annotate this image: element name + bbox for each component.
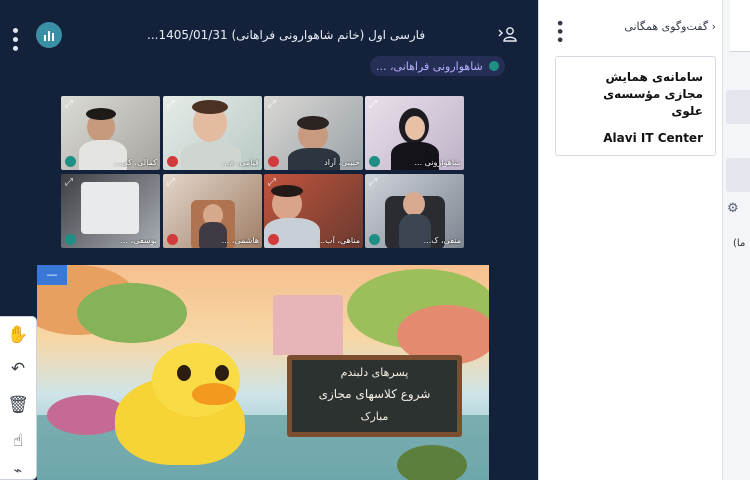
- video-grid: ⤢ شاهوارونی ... ⤢ حبیبی، آراد ⤢ قیامی، م…: [61, 96, 465, 248]
- participant-name: کمالی، کی...: [113, 158, 157, 167]
- side-panel-item[interactable]: [726, 90, 750, 124]
- mic-off-icon: [167, 234, 178, 245]
- participant-name: یوسفی، ...: [120, 236, 157, 245]
- slide-tree: [77, 283, 187, 343]
- chat-title: گفت‌وگوی همگانی: [624, 20, 709, 33]
- mic-on-icon: [65, 234, 76, 245]
- expand-icon[interactable]: ⤢: [369, 177, 377, 188]
- trash-icon[interactable]: 🗑: [6, 393, 30, 417]
- chat-header[interactable]: ‹ گفت‌وگوی همگانی: [556, 20, 716, 36]
- presenter-name: شاهوارونی فراهانی، ...: [376, 59, 483, 73]
- chevron-left-icon: ‹: [708, 20, 716, 33]
- participants-toggle[interactable]: [498, 26, 518, 46]
- video-tile[interactable]: ⤢ قیامی، م...: [163, 96, 262, 170]
- panel-divider: [538, 0, 539, 480]
- participant-name: شاهوارونی ...: [414, 158, 461, 167]
- mic-off-icon: [268, 156, 279, 167]
- board-line-1: پسرهای دلبندم: [340, 366, 409, 379]
- participant-face: [405, 116, 425, 140]
- slide-minimize-button[interactable]: —: [37, 265, 67, 285]
- side-panel-text: (ما: [733, 238, 746, 249]
- card-subtitle: Alavi IT Center: [603, 131, 703, 145]
- video-tile[interactable]: ⤢ شاهوارونی ...: [365, 96, 464, 170]
- video-tile[interactable]: ⤢ مناهی، آب...: [264, 174, 363, 248]
- video-tile[interactable]: ⤢ هاشمی، ...: [163, 174, 262, 248]
- expand-icon[interactable]: ⤢: [268, 177, 276, 188]
- video-tile[interactable]: ⤢ منفی، ک...: [365, 174, 464, 248]
- session-title: فارسی اول (خانم شاهوارونی فراهانی) 1405/…: [147, 28, 426, 42]
- mic-on-icon: [369, 156, 380, 167]
- expand-icon[interactable]: ⤢: [369, 99, 377, 110]
- presenter-status-icon: [488, 61, 499, 71]
- gear-icon[interactable]: ⚙: [727, 201, 739, 216]
- slide-bush: [397, 445, 467, 480]
- board-line-2: شروع کلاسهای مجازی: [318, 387, 431, 401]
- pointer-icon[interactable]: ☝: [6, 429, 30, 453]
- participant-body: [81, 182, 139, 234]
- hand-icon[interactable]: ✋: [6, 323, 30, 347]
- user-icon: [498, 27, 517, 42]
- expand-icon[interactable]: ⤢: [167, 99, 175, 110]
- board-line-3: مبارک: [360, 410, 389, 423]
- participant-name: قیامی، م...: [221, 158, 259, 167]
- participant-hair: [297, 116, 329, 130]
- slide-castle: [273, 295, 343, 355]
- expand-icon[interactable]: ⤢: [167, 177, 175, 188]
- participant-name: حبیبی، آراد: [324, 158, 360, 167]
- mic-off-icon: [268, 234, 279, 245]
- mic-on-icon: [65, 156, 76, 167]
- annotation-toolbar: ✋ ↶ 🗑 ☝ ⌁: [0, 316, 37, 480]
- card-title: سامانه‌ی همایش مجازی مؤسسه‌ی علوی: [603, 70, 703, 118]
- mic-off-icon: [167, 156, 178, 167]
- side-panel-header: [730, 0, 750, 52]
- expand-icon[interactable]: ⤢: [65, 177, 73, 188]
- participant-hair: [86, 108, 116, 120]
- participant-name: منفی، ک...: [423, 236, 461, 245]
- chalkboard: پسرهای دلبندم شروع کلاسهای مجازی مبارک: [287, 355, 462, 437]
- slide-duck-head: [152, 343, 240, 417]
- video-tile[interactable]: ⤢ یوسفی، ...: [61, 174, 160, 248]
- undo-icon[interactable]: ↶: [6, 357, 30, 381]
- expand-icon[interactable]: ⤢: [268, 99, 276, 110]
- participant-name: هاشمی، ...: [221, 236, 259, 245]
- expand-icon[interactable]: ⤢: [65, 99, 73, 110]
- duck-eye: [177, 365, 191, 381]
- video-tile[interactable]: ⤢ کمالی، کی...: [61, 96, 160, 170]
- chart-icon[interactable]: ⌁: [6, 459, 30, 480]
- stats-button[interactable]: [36, 22, 62, 48]
- conference-stage: ••• فارسی اول (خانم شاهوارونی فراهانی) 1…: [0, 0, 538, 480]
- duck-eye: [215, 365, 229, 381]
- more-menu-icon[interactable]: •••: [6, 26, 22, 53]
- side-panel-item[interactable]: [726, 158, 750, 192]
- presentation-slide: پسرهای دلبندم شروع کلاسهای مجازی مبارک —: [37, 265, 489, 480]
- video-tile[interactable]: ⤢ حبیبی، آراد: [264, 96, 363, 170]
- participant-hair: [192, 100, 228, 114]
- presenter-chip[interactable]: شاهوارونی فراهانی، ...: [370, 56, 505, 76]
- participant-face: [403, 192, 425, 216]
- participant-name: مناهی، آب...: [317, 236, 360, 245]
- mic-on-icon: [369, 234, 380, 245]
- top-bar: [0, 0, 538, 52]
- welcome-card: سامانه‌ی همایش مجازی مؤسسه‌ی علوی Alavi …: [555, 56, 716, 156]
- duck-beak: [192, 383, 236, 405]
